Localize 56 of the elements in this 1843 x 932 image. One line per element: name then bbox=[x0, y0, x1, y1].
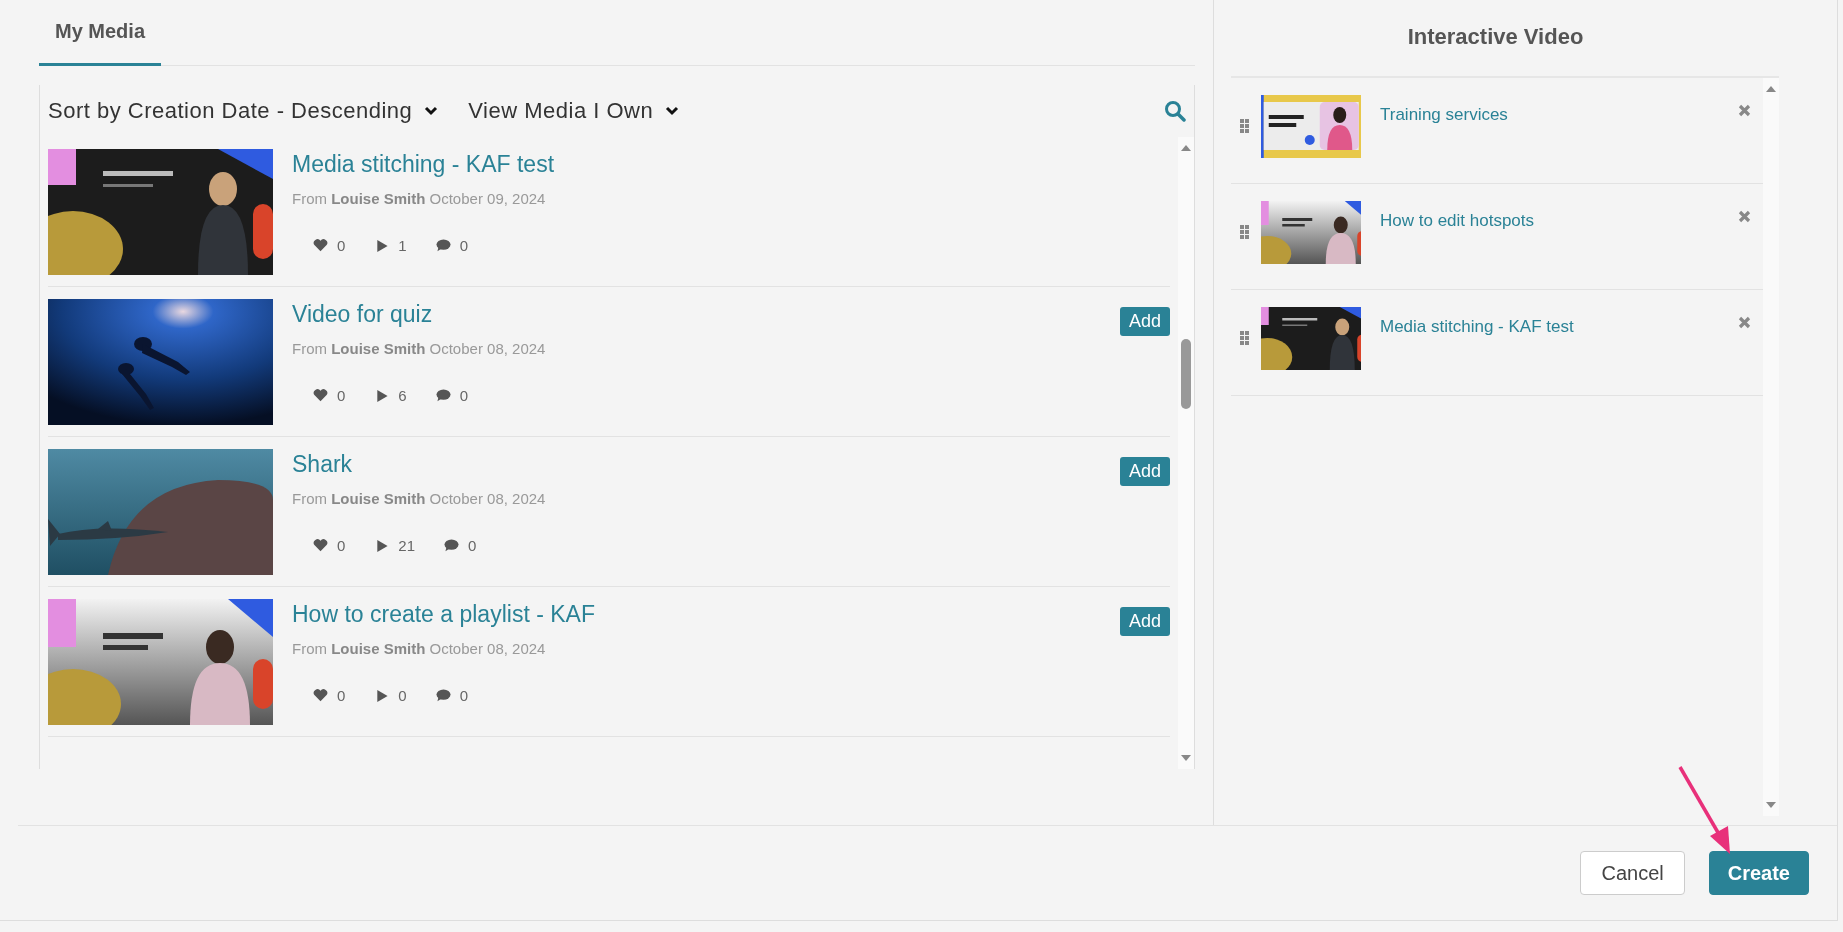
scrollbar[interactable] bbox=[1178, 137, 1194, 769]
comment-count: 0 bbox=[468, 537, 477, 554]
caret-icon bbox=[424, 106, 439, 116]
heart-icon bbox=[312, 538, 329, 553]
play-count: 6 bbox=[398, 387, 407, 404]
scroll-down-icon[interactable] bbox=[1180, 754, 1192, 763]
like-count: 0 bbox=[337, 537, 346, 554]
media-title[interactable]: Media stitching - KAF test bbox=[292, 151, 1170, 178]
play-count: 1 bbox=[398, 237, 407, 254]
comment-icon bbox=[434, 688, 452, 703]
play-count: 0 bbox=[398, 687, 407, 704]
comment-icon bbox=[434, 238, 452, 253]
selected-media-title[interactable]: Training services bbox=[1361, 95, 1738, 125]
filter-dropdown[interactable]: View Media I Own bbox=[468, 98, 680, 124]
remove-button[interactable] bbox=[1738, 210, 1751, 223]
selected-media-title[interactable]: Media stitching - KAF test bbox=[1361, 307, 1738, 337]
comment-count: 0 bbox=[459, 237, 469, 254]
heart-icon bbox=[312, 238, 329, 253]
remove-button[interactable] bbox=[1738, 104, 1751, 117]
scrollbar[interactable] bbox=[1763, 78, 1779, 816]
scroll-up-icon[interactable] bbox=[1765, 84, 1777, 93]
caret-icon bbox=[665, 106, 680, 116]
scroll-thumb[interactable] bbox=[1181, 339, 1191, 409]
media-meta: From Louise Smith October 08, 2024 bbox=[292, 640, 547, 657]
create-button[interactable]: Create bbox=[1708, 851, 1809, 895]
sort-dropdown[interactable]: Sort by Creation Date - Descending bbox=[48, 98, 439, 124]
tab[interactable]: My Media bbox=[39, 20, 162, 66]
comment-count: 0 bbox=[459, 687, 469, 704]
like-count: 0 bbox=[337, 387, 346, 404]
like-count: 0 bbox=[337, 687, 346, 704]
comment-icon bbox=[434, 388, 452, 403]
comment-icon bbox=[443, 538, 461, 553]
media-title[interactable]: Shark bbox=[292, 451, 1120, 478]
search-icon[interactable] bbox=[1164, 100, 1186, 122]
panel-title: Interactive Video bbox=[1406, 23, 1585, 51]
cancel-button[interactable]: Cancel bbox=[1580, 851, 1685, 895]
play-count: 21 bbox=[398, 537, 416, 554]
add-button[interactable]: Add bbox=[1119, 607, 1170, 636]
scroll-down-icon[interactable] bbox=[1765, 801, 1777, 810]
like-count: 0 bbox=[337, 237, 346, 254]
media-meta: From Louise Smith October 09, 2024 bbox=[292, 190, 547, 207]
comment-count: 0 bbox=[459, 387, 469, 404]
add-button[interactable]: Add bbox=[1119, 457, 1170, 486]
media-title[interactable]: How to create a playlist - KAF bbox=[292, 601, 1120, 628]
heart-icon bbox=[312, 388, 329, 403]
scroll-up-icon[interactable] bbox=[1180, 143, 1192, 152]
heart-icon bbox=[312, 688, 329, 703]
media-meta: From Louise Smith October 08, 2024 bbox=[292, 340, 547, 357]
selected-media-title[interactable]: How to edit hotspots bbox=[1361, 201, 1738, 231]
drag-handle-icon[interactable] bbox=[1240, 225, 1249, 239]
remove-button[interactable] bbox=[1738, 316, 1751, 329]
add-button[interactable]: Add bbox=[1119, 307, 1170, 336]
media-meta: From Louise Smith October 08, 2024 bbox=[292, 490, 547, 507]
drag-handle-icon[interactable] bbox=[1240, 119, 1249, 133]
drag-handle-icon[interactable] bbox=[1240, 331, 1249, 345]
media-title[interactable]: Video for quiz bbox=[292, 301, 1120, 328]
